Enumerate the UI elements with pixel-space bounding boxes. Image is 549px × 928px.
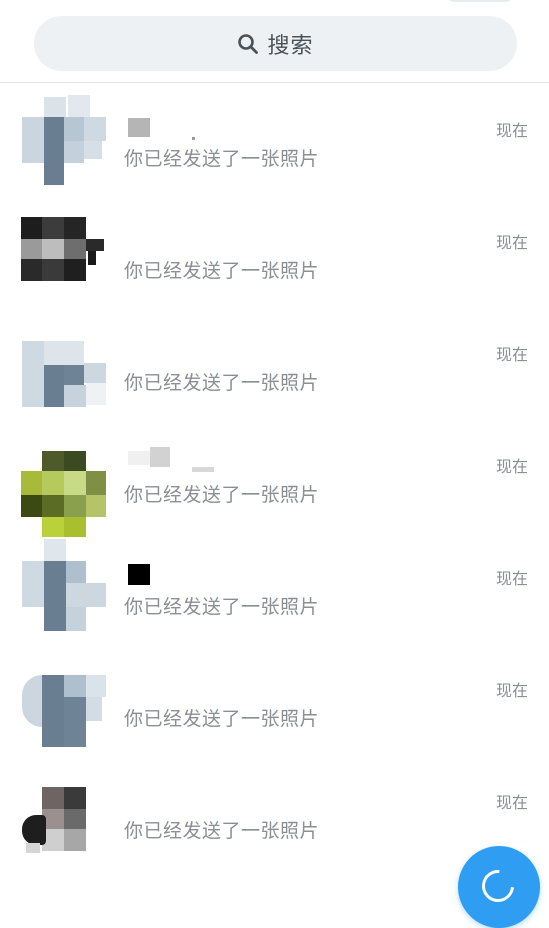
new-chat-button[interactable] (458, 846, 540, 928)
avatar (20, 93, 108, 185)
timestamp: 现在 (495, 569, 528, 588)
avatar (20, 317, 108, 409)
last-message: 你已经发送了一张照片 (124, 260, 320, 282)
chat-row[interactable]: 你已经发送了一张照片 现在 (0, 307, 549, 419)
new-chat-icon (475, 863, 521, 909)
timestamp: 现在 (495, 233, 528, 252)
avatar (20, 429, 108, 537)
search-bar[interactable]: 搜索 (34, 16, 517, 71)
top-tab-edge (445, 0, 515, 2)
chat-row[interactable]: 你已经发送了一张照片 现在 (0, 83, 549, 195)
avatar (20, 765, 108, 857)
chat-row[interactable]: 你已经发送了一张照片 现在 (0, 755, 549, 867)
search-label: 搜索 (267, 33, 314, 59)
timestamp: 现在 (495, 793, 528, 812)
last-message: 你已经发送了一张照片 (124, 820, 320, 842)
chat-row[interactable]: 你已经发送了一张照片 现在 (0, 643, 549, 755)
search-icon (237, 33, 259, 55)
avatar (20, 539, 108, 633)
chat-row[interactable]: 你已经发送了一张照片 现在 (0, 531, 549, 643)
last-message: 你已经发送了一张照片 (124, 708, 320, 730)
last-message: 你已经发送了一张照片 (124, 148, 320, 170)
chat-row[interactable]: 你已经发送了一张照片 现在 (0, 419, 549, 537)
avatar (20, 653, 108, 747)
last-message: 你已经发送了一张照片 (124, 596, 320, 618)
chat-row[interactable]: 你已经发送了一张照片 现在 (0, 195, 549, 307)
timestamp: 现在 (495, 681, 528, 700)
timestamp: 现在 (495, 345, 528, 364)
chat-list: 你已经发送了一张照片 现在 你已经发送了一张照片 现在 你已经发送了一张照片 现… (0, 83, 549, 867)
timestamp: 现在 (495, 121, 528, 140)
last-message: 你已经发送了一张照片 (124, 372, 320, 394)
avatar (20, 205, 108, 297)
last-message: 你已经发送了一张照片 (124, 484, 320, 506)
timestamp: 现在 (495, 457, 528, 476)
